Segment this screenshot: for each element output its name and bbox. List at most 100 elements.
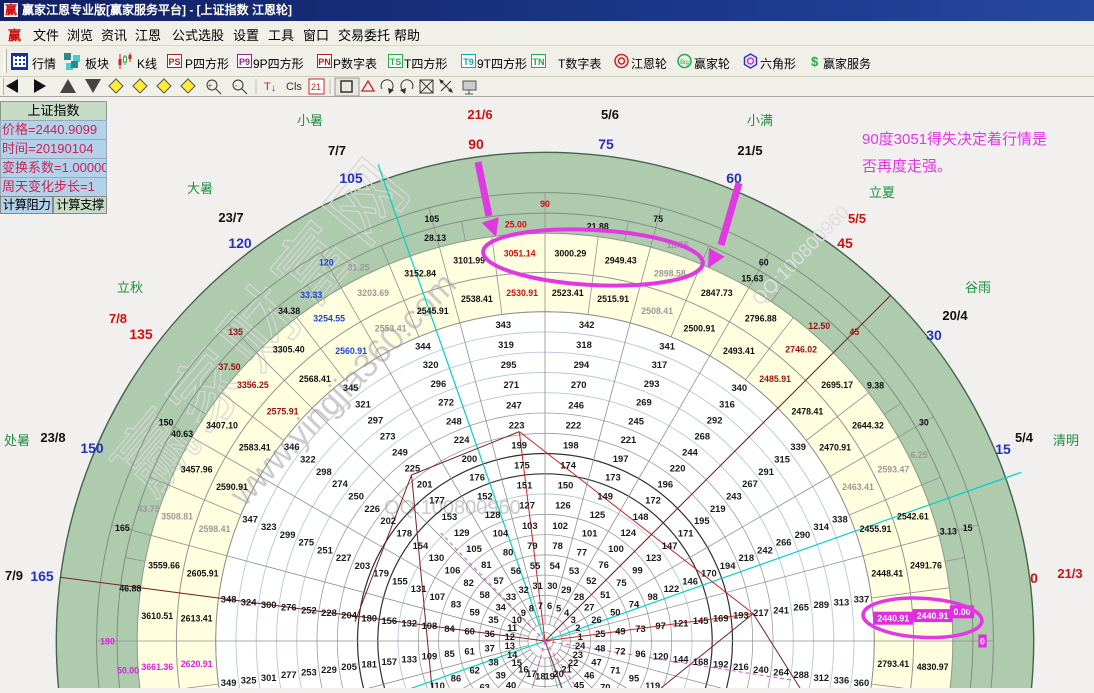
svg-text:0: 0	[1030, 570, 1038, 586]
svg-text:90: 90	[468, 136, 484, 152]
svg-text:269: 269	[636, 397, 652, 408]
svg-text:63: 63	[479, 682, 489, 688]
svg-text:110: 110	[430, 680, 445, 688]
svg-text:121: 121	[673, 618, 689, 629]
svg-text:95: 95	[629, 672, 639, 683]
svg-text:268: 268	[694, 430, 710, 441]
svg-text:171: 171	[678, 527, 694, 538]
svg-text:175: 175	[514, 460, 530, 471]
svg-text:339: 339	[790, 441, 806, 452]
svg-text:132: 132	[401, 618, 417, 629]
svg-text:338: 338	[832, 513, 848, 524]
svg-text:73: 73	[635, 623, 645, 634]
svg-text:86: 86	[451, 672, 461, 683]
svg-text:2644.32: 2644.32	[852, 421, 884, 431]
svg-text:-: -	[235, 81, 238, 90]
svg-text:25.00: 25.00	[505, 219, 527, 229]
svg-text:248: 248	[446, 415, 462, 426]
svg-text:317: 317	[652, 359, 668, 370]
svg-text:194: 194	[720, 560, 736, 571]
svg-text:228: 228	[321, 607, 337, 618]
svg-text:224: 224	[454, 434, 470, 445]
svg-text:216: 216	[733, 661, 749, 672]
svg-text:45: 45	[850, 327, 860, 337]
svg-text:26: 26	[591, 614, 601, 625]
svg-text:5: 5	[556, 603, 561, 614]
svg-text:清明: 清明	[1053, 433, 1079, 448]
svg-text:7: 7	[538, 600, 543, 611]
svg-text:341: 341	[659, 341, 675, 352]
svg-text:24: 24	[575, 640, 586, 651]
svg-text:120: 120	[319, 258, 334, 268]
svg-text:174: 174	[560, 460, 576, 471]
svg-text:243: 243	[726, 490, 742, 501]
svg-text:3000.29: 3000.29	[554, 249, 586, 259]
svg-text:265: 265	[793, 602, 809, 613]
svg-text:61: 61	[464, 645, 474, 656]
svg-text:30: 30	[919, 418, 929, 428]
svg-text:27: 27	[584, 601, 594, 612]
svg-text:229: 229	[321, 664, 337, 675]
svg-text:45: 45	[574, 680, 584, 688]
svg-text:271: 271	[503, 379, 519, 390]
svg-text:221: 221	[621, 434, 637, 445]
svg-text:82: 82	[463, 577, 473, 588]
svg-text:242: 242	[757, 544, 773, 555]
svg-text:106: 106	[445, 564, 461, 575]
svg-text:270: 270	[571, 379, 587, 390]
svg-text:2523.41: 2523.41	[552, 288, 584, 298]
svg-text:349: 349	[221, 677, 237, 688]
svg-text:124: 124	[620, 527, 636, 538]
svg-text:2553.41: 2553.41	[375, 323, 407, 333]
svg-text:立秋: 立秋	[117, 280, 143, 295]
svg-text:31.25: 31.25	[347, 262, 369, 272]
svg-text:102: 102	[552, 520, 568, 531]
svg-text:107: 107	[429, 591, 445, 602]
svg-text:321: 321	[355, 398, 371, 409]
svg-text:105: 105	[466, 543, 482, 554]
svg-text:75: 75	[616, 577, 626, 588]
svg-text:219: 219	[710, 503, 726, 514]
svg-text:51: 51	[600, 589, 610, 600]
svg-text:199: 199	[511, 440, 527, 451]
svg-text:34.38: 34.38	[278, 306, 300, 316]
svg-text:227: 227	[336, 552, 352, 563]
svg-text:195: 195	[694, 515, 710, 526]
svg-text:2491.76: 2491.76	[910, 561, 942, 571]
svg-text:5/5: 5/5	[848, 211, 866, 226]
svg-text:169: 169	[713, 612, 729, 623]
svg-text:76: 76	[598, 559, 608, 570]
svg-text:2440.91: 2440.91	[877, 614, 909, 624]
svg-text:52: 52	[586, 575, 596, 586]
svg-text:2575.91: 2575.91	[267, 406, 299, 416]
svg-text:33: 33	[506, 591, 516, 602]
svg-text:43.75: 43.75	[138, 504, 160, 514]
svg-text:9.38: 9.38	[867, 381, 884, 391]
svg-text:7/9: 7/9	[5, 568, 23, 583]
svg-text:32: 32	[518, 584, 528, 595]
svg-text:226: 226	[364, 503, 380, 514]
svg-text:8: 8	[529, 603, 534, 614]
svg-text:316: 316	[719, 398, 735, 409]
svg-text:225: 225	[405, 463, 421, 474]
svg-text:5/4: 5/4	[1015, 430, 1034, 445]
svg-text:49: 49	[615, 626, 625, 637]
svg-text:6: 6	[547, 600, 552, 611]
svg-text:152: 152	[477, 490, 493, 501]
svg-text:21/6: 21/6	[467, 107, 492, 122]
svg-text:+: +	[208, 81, 213, 90]
svg-text:81: 81	[481, 559, 491, 570]
svg-text:177: 177	[429, 495, 445, 506]
svg-text:2470.91: 2470.91	[819, 443, 851, 453]
svg-text:23/7: 23/7	[218, 210, 243, 225]
svg-text:20/4: 20/4	[942, 308, 968, 323]
svg-text:60: 60	[759, 258, 769, 268]
svg-text:146: 146	[682, 575, 698, 586]
svg-text:2440.91: 2440.91	[917, 611, 949, 621]
svg-text:40: 40	[506, 680, 516, 688]
svg-text:3.13: 3.13	[940, 527, 957, 537]
svg-text:33.33: 33.33	[300, 290, 322, 300]
svg-text:5/6: 5/6	[601, 107, 619, 122]
svg-text:3661.36: 3661.36	[141, 662, 173, 672]
svg-text:2620.91: 2620.91	[181, 659, 213, 669]
